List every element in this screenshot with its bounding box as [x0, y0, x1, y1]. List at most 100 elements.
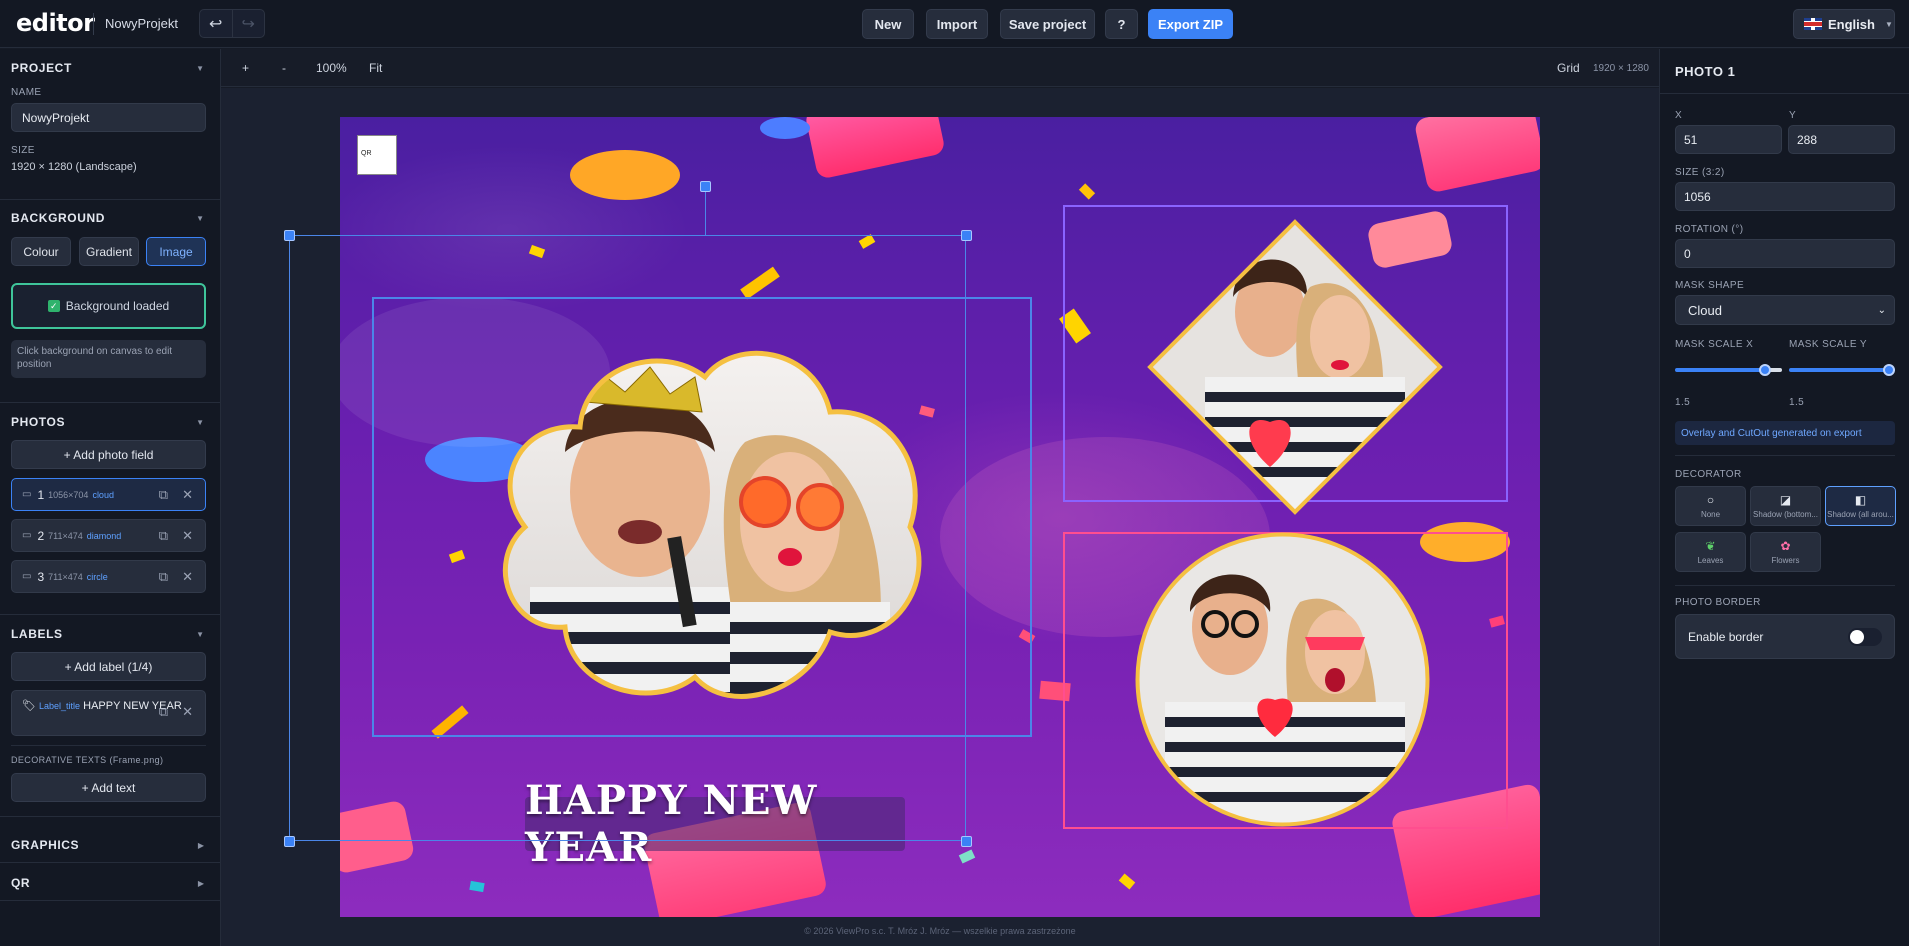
- zoom-in-button[interactable]: +: [242, 61, 249, 75]
- divider: [0, 199, 221, 200]
- y-label: Y: [1789, 110, 1797, 121]
- canvas-toolbar: + - 100% Fit Grid 1920 × 1280: [221, 49, 1659, 87]
- decorator-shadow-all[interactable]: ◧ Shadow (all arou...: [1825, 486, 1896, 526]
- divider: [93, 13, 94, 35]
- confetti: [469, 880, 485, 893]
- chevron-right-icon[interactable]: ▶: [198, 841, 204, 850]
- rotation-input[interactable]: 0: [1675, 239, 1895, 268]
- bg-mode-colour[interactable]: Colour: [11, 237, 71, 266]
- history-group: ↩ ↪: [199, 9, 265, 38]
- photo-2-diamond[interactable]: [1145, 217, 1445, 517]
- selection-rectangle[interactable]: [289, 235, 966, 841]
- close-icon[interactable]: ✕: [182, 705, 193, 719]
- language-select[interactable]: English ▼: [1793, 9, 1895, 39]
- section-graphics-header[interactable]: GRAPHICS: [11, 838, 79, 852]
- section-background-header[interactable]: BACKGROUND: [11, 211, 105, 225]
- bg-mode-gradient[interactable]: Gradient: [79, 237, 139, 266]
- resize-handle-top-left[interactable]: [284, 230, 295, 241]
- rotate-handle[interactable]: [700, 181, 711, 192]
- app-logo: editor: [16, 9, 95, 37]
- mask-scale-x-value: 1.5: [1675, 397, 1691, 408]
- section-project-header[interactable]: PROJECT: [11, 61, 72, 75]
- decorator-label-text: Shadow (all arou...: [1827, 510, 1894, 519]
- confetti: [1118, 873, 1136, 890]
- import-button[interactable]: Import: [926, 9, 988, 39]
- panel-title: PHOTO 1: [1675, 64, 1736, 79]
- mask-shape-select[interactable]: Cloud ⌄: [1675, 295, 1895, 325]
- y-input[interactable]: 288: [1788, 125, 1895, 154]
- rotation-line: [705, 187, 706, 235]
- duplicate-icon[interactable]: ⧉: [159, 528, 168, 544]
- size-input[interactable]: 1056: [1675, 182, 1895, 211]
- mask-shape-label: MASK SHAPE: [1675, 280, 1745, 291]
- mask-scale-x-slider[interactable]: [1759, 364, 1771, 376]
- add-label-button[interactable]: + Add label (1/4): [11, 652, 206, 681]
- save-project-button[interactable]: Save project: [1000, 9, 1095, 39]
- decor-blob: [804, 117, 946, 180]
- mask-scale-y-label: MASK SCALE Y: [1789, 339, 1867, 350]
- resize-handle-bottom-left[interactable]: [284, 836, 295, 847]
- canvas-area[interactable]: HAPPY NEW YEAR QR © 2026 ViewPro s.c. T.…: [221, 88, 1659, 946]
- decor-ellipse: [760, 117, 810, 139]
- chevron-down-icon[interactable]: ▼: [196, 630, 204, 639]
- decor-ellipse: [570, 150, 680, 200]
- redo-button[interactable]: ↪: [231, 10, 265, 37]
- footer-copyright: © 2026 ViewPro s.c. T. Mróz J. Mróz — ws…: [804, 926, 1076, 936]
- photo-item-3[interactable]: ▭ 3 711×474 circle ⧉ ✕: [11, 560, 206, 593]
- photo-3-circle[interactable]: [1135, 532, 1430, 827]
- export-zip-button[interactable]: Export ZIP: [1148, 9, 1233, 39]
- section-qr-header[interactable]: QR: [11, 876, 30, 890]
- close-icon[interactable]: ✕: [182, 569, 193, 585]
- resize-handle-top-right[interactable]: [961, 230, 972, 241]
- bg-mode-image[interactable]: Image: [146, 237, 206, 266]
- duplicate-icon[interactable]: ⧉: [159, 705, 168, 719]
- x-input[interactable]: 51: [1675, 125, 1782, 154]
- project-name-input[interactable]: NowyProjekt: [11, 103, 206, 132]
- image-icon: ▭: [22, 489, 32, 500]
- close-icon[interactable]: ✕: [182, 487, 193, 503]
- top-bar: editor NowyProjekt ↩ ↪ New Import Save p…: [0, 0, 1909, 48]
- duplicate-icon[interactable]: ⧉: [159, 569, 168, 585]
- zoom-out-button[interactable]: -: [282, 61, 286, 75]
- photo-item-2[interactable]: ▭ 2 711×474 diamond ⧉ ✕: [11, 519, 206, 552]
- close-icon[interactable]: ✕: [182, 528, 193, 544]
- background-status[interactable]: ✓ Background loaded: [11, 283, 206, 329]
- add-photo-field-button[interactable]: + Add photo field: [11, 440, 206, 469]
- photo-shape: circle: [86, 571, 108, 582]
- qr-placeholder[interactable]: QR: [357, 135, 397, 175]
- section-labels-header[interactable]: LABELS: [11, 627, 63, 641]
- decorator-label-text: Flowers: [1771, 556, 1800, 565]
- properties-panel: PHOTO 1 X Y 51 288 SIZE (3:2) 1056 ROTAT…: [1659, 49, 1909, 946]
- chevron-down-icon[interactable]: ▼: [196, 64, 204, 73]
- help-button[interactable]: ?: [1105, 9, 1138, 39]
- duplicate-icon[interactable]: ⧉: [159, 487, 168, 503]
- shadow-all-icon: ◧: [1854, 493, 1867, 507]
- fit-button[interactable]: Fit: [369, 61, 382, 75]
- photo-index: 1: [37, 487, 45, 502]
- decorator-none[interactable]: ○ None: [1675, 486, 1746, 526]
- decorator-shadow-bottom[interactable]: ◪ Shadow (bottom...: [1750, 486, 1821, 526]
- decorator-leaves[interactable]: ❦ Leaves: [1675, 532, 1746, 572]
- section-photos-header[interactable]: PHOTOS: [11, 415, 65, 429]
- size-label: SIZE: [11, 145, 35, 156]
- leaves-icon: ❦: [1705, 539, 1716, 553]
- chevron-right-icon[interactable]: ▶: [198, 879, 204, 888]
- photo-item-1[interactable]: ▭ 1 1056×704 cloud ⧉ ✕: [11, 478, 206, 511]
- undo-icon: ↩: [209, 15, 223, 33]
- decorator-flowers[interactable]: ✿ Flowers: [1750, 532, 1821, 572]
- chevron-down-icon[interactable]: ▼: [196, 418, 204, 427]
- confetti: [958, 849, 976, 864]
- divider: [0, 900, 221, 901]
- decorator-label-text: Leaves: [1697, 556, 1724, 565]
- zoom-level[interactable]: 100%: [316, 61, 347, 75]
- mask-scale-y-slider[interactable]: [1883, 364, 1895, 376]
- label-item[interactable]: 🏷 Label_title HAPPY NEW YEAR ⧉ ✕: [11, 690, 206, 736]
- chevron-down-icon[interactable]: ▼: [196, 214, 204, 223]
- add-text-button[interactable]: + Add text: [11, 773, 206, 802]
- new-button[interactable]: New: [862, 9, 914, 39]
- x-label: X: [1675, 110, 1683, 121]
- grid-toggle[interactable]: Grid: [1557, 61, 1580, 75]
- resize-handle-bottom-right[interactable]: [961, 836, 972, 847]
- enable-border-toggle[interactable]: [1848, 628, 1882, 646]
- undo-button[interactable]: ↩: [200, 10, 232, 37]
